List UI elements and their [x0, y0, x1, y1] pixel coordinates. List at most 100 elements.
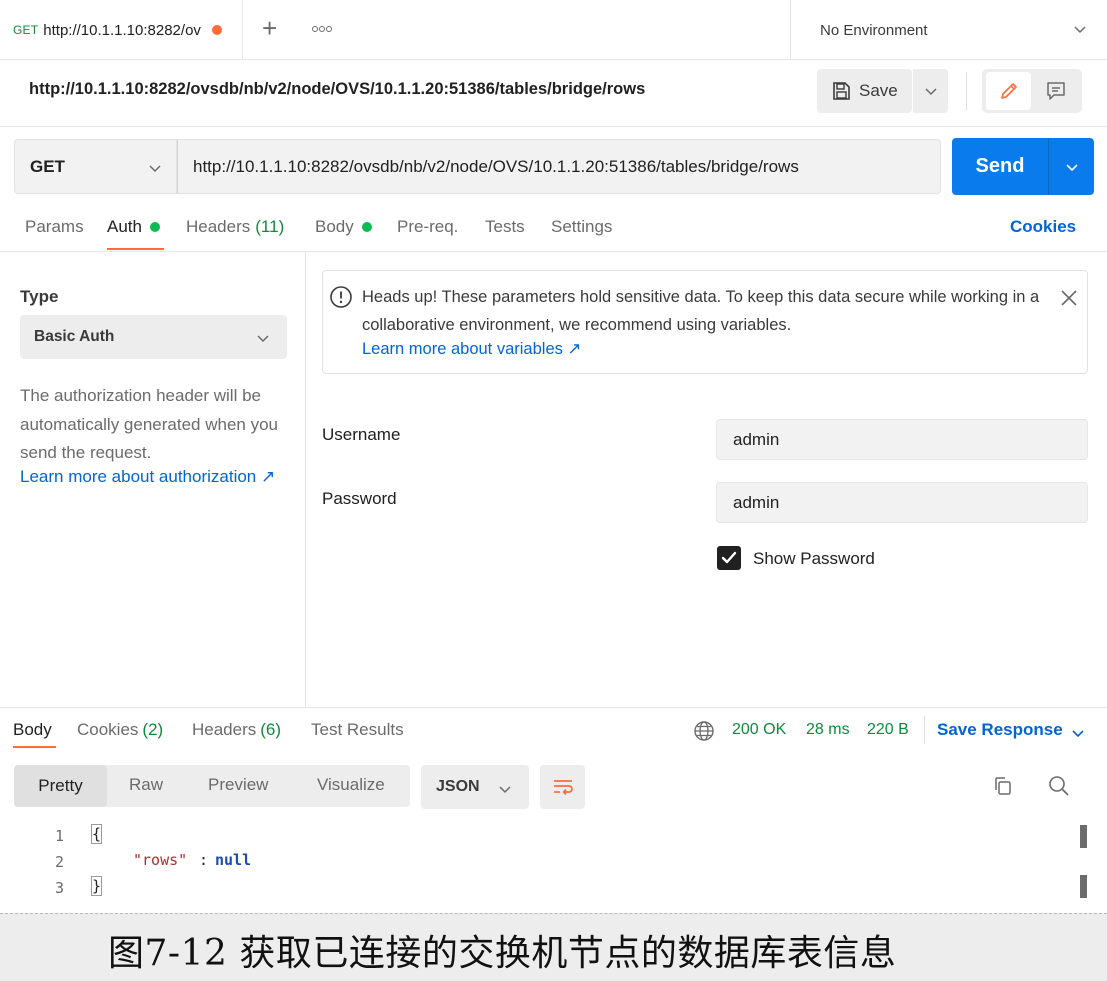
tab-headers[interactable]: Headers (11): [186, 217, 284, 237]
tab-settings[interactable]: Settings: [551, 217, 612, 237]
headers-count: (11): [255, 217, 285, 236]
tab-tests[interactable]: Tests: [485, 217, 525, 237]
status-divider: [924, 716, 925, 744]
close-icon[interactable]: [1060, 289, 1078, 307]
chevron-down-icon: [1074, 26, 1086, 34]
method-value: GET: [30, 156, 65, 176]
line-number: 2: [54, 853, 64, 871]
auth-description: The authorization header will be automat…: [20, 386, 278, 462]
send-options-button[interactable]: [1048, 138, 1094, 195]
line-number: 1: [54, 827, 64, 845]
tab-title: http://10.1.1.10:8282/ov: [43, 21, 201, 39]
username-value: admin: [733, 429, 780, 449]
response-tab-test-results[interactable]: Test Results: [311, 720, 404, 740]
chevron-down-icon[interactable]: [1071, 726, 1085, 740]
globe-icon[interactable]: [693, 720, 715, 742]
json-close-brace: }: [90, 876, 103, 896]
comments-button[interactable]: [1033, 72, 1078, 110]
send-label: Send: [975, 155, 1025, 177]
header-divider: [966, 72, 967, 110]
tab-auth[interactable]: Auth: [107, 217, 160, 237]
chevron-down-icon: [499, 786, 511, 794]
wrap-lines-button[interactable]: [540, 765, 585, 809]
url-value: http://10.1.1.10:8282/ovsdb/nb/v2/node/O…: [193, 156, 799, 176]
active-tab-indicator: [107, 248, 164, 250]
request-name[interactable]: http://10.1.1.10:8282/ovsdb/nb/v2/node/O…: [29, 80, 645, 99]
response-size[interactable]: 220 B: [867, 721, 909, 739]
edit-mode-button[interactable]: [986, 72, 1031, 110]
notice-text: Heads up! These parameters hold sensitiv…: [362, 288, 1040, 334]
format-select[interactable]: JSON: [421, 765, 529, 809]
tab-params[interactable]: Params: [25, 217, 84, 237]
auth-type-label: Type: [20, 287, 59, 306]
tab-body-label: Body: [315, 217, 354, 236]
format-value: JSON: [436, 778, 480, 795]
username-label: Username: [322, 425, 401, 444]
json-colon: :: [199, 851, 209, 869]
chevron-down-icon: [257, 335, 269, 343]
tab-body[interactable]: Body: [315, 217, 372, 237]
environment-label: No Environment: [820, 21, 928, 39]
auth-type-value: Basic Auth: [34, 328, 115, 345]
tab-headers-label: Headers: [186, 217, 251, 236]
save-disk-icon: [833, 82, 850, 100]
pencil-icon: [1000, 83, 1017, 99]
copy-icon[interactable]: [992, 775, 1014, 797]
line-number: 3: [54, 879, 64, 897]
response-tab-body[interactable]: Body: [13, 720, 52, 740]
view-pretty-button[interactable]: Pretty: [14, 765, 107, 807]
response-cookies-count: (2): [142, 720, 164, 739]
response-cookies-label: Cookies: [77, 720, 139, 739]
tab-auth-label: Auth: [107, 217, 142, 236]
active-dot-icon: [149, 221, 160, 232]
active-tab-indicator: [13, 746, 56, 748]
save-label: Save: [859, 81, 898, 100]
view-preview-button[interactable]: Preview: [208, 775, 268, 795]
auth-type-select[interactable]: Basic Auth: [20, 315, 287, 359]
unsaved-dot-icon: [211, 25, 222, 35]
save-options-button[interactable]: [913, 69, 948, 113]
json-open-brace: {: [90, 824, 103, 844]
figure-caption: 图7-12 获取已连接的交换机节点的数据库表信息: [108, 933, 897, 974]
wrap-lines-icon: [553, 780, 573, 796]
view-visualize-button[interactable]: Visualize: [317, 775, 385, 795]
new-tab-plus-icon[interactable]: +: [262, 15, 284, 41]
checkmark-icon: [721, 551, 737, 564]
chevron-down-icon: [1065, 163, 1078, 171]
save-response-button[interactable]: Save Response: [937, 720, 1063, 740]
environment-select[interactable]: No Environment: [790, 0, 1107, 60]
password-label: Password: [322, 489, 397, 508]
method-select[interactable]: GET: [14, 139, 177, 194]
response-tab-cookies[interactable]: Cookies (2): [77, 720, 163, 740]
active-dot-icon: [361, 221, 372, 232]
show-password-checkbox[interactable]: [717, 546, 741, 570]
info-circle-icon: [330, 286, 352, 308]
learn-authorization-link[interactable]: Learn more about authorization ↗: [20, 467, 275, 487]
password-input[interactable]: admin: [716, 482, 1088, 523]
comment-icon: [1046, 82, 1065, 100]
request-tab-active[interactable]: GET http://10.1.1.10:8282/ov: [0, 0, 243, 60]
show-password-label[interactable]: Show Password: [753, 549, 875, 569]
view-raw-button[interactable]: Raw: [129, 775, 163, 795]
cookies-link[interactable]: Cookies: [1010, 217, 1076, 237]
response-time[interactable]: 28 ms: [806, 721, 850, 739]
save-button[interactable]: Save: [817, 69, 912, 113]
send-button[interactable]: Send: [952, 138, 1048, 195]
json-value: null: [215, 851, 252, 869]
search-icon[interactable]: [1047, 774, 1071, 798]
url-input[interactable]: http://10.1.1.10:8282/ovsdb/nb/v2/node/O…: [177, 139, 941, 194]
status-code[interactable]: 200 OK: [732, 721, 786, 739]
response-headers-label: Headers: [192, 720, 257, 739]
chevron-down-icon: [149, 165, 161, 173]
scrollbar-thumb[interactable]: [1080, 875, 1087, 898]
scrollbar-thumb[interactable]: [1080, 825, 1087, 848]
username-input[interactable]: admin: [716, 419, 1088, 460]
more-tabs-icon[interactable]: [312, 22, 338, 36]
learn-variables-link[interactable]: Learn more about variables ↗: [362, 339, 581, 359]
password-value: admin: [733, 492, 780, 512]
tab-method-label: GET: [13, 23, 39, 37]
chevron-down-icon: [924, 88, 937, 96]
tab-prereq[interactable]: Pre-req.: [397, 217, 458, 237]
response-headers-count: (6): [260, 720, 282, 739]
response-tab-headers[interactable]: Headers (6): [192, 720, 281, 740]
